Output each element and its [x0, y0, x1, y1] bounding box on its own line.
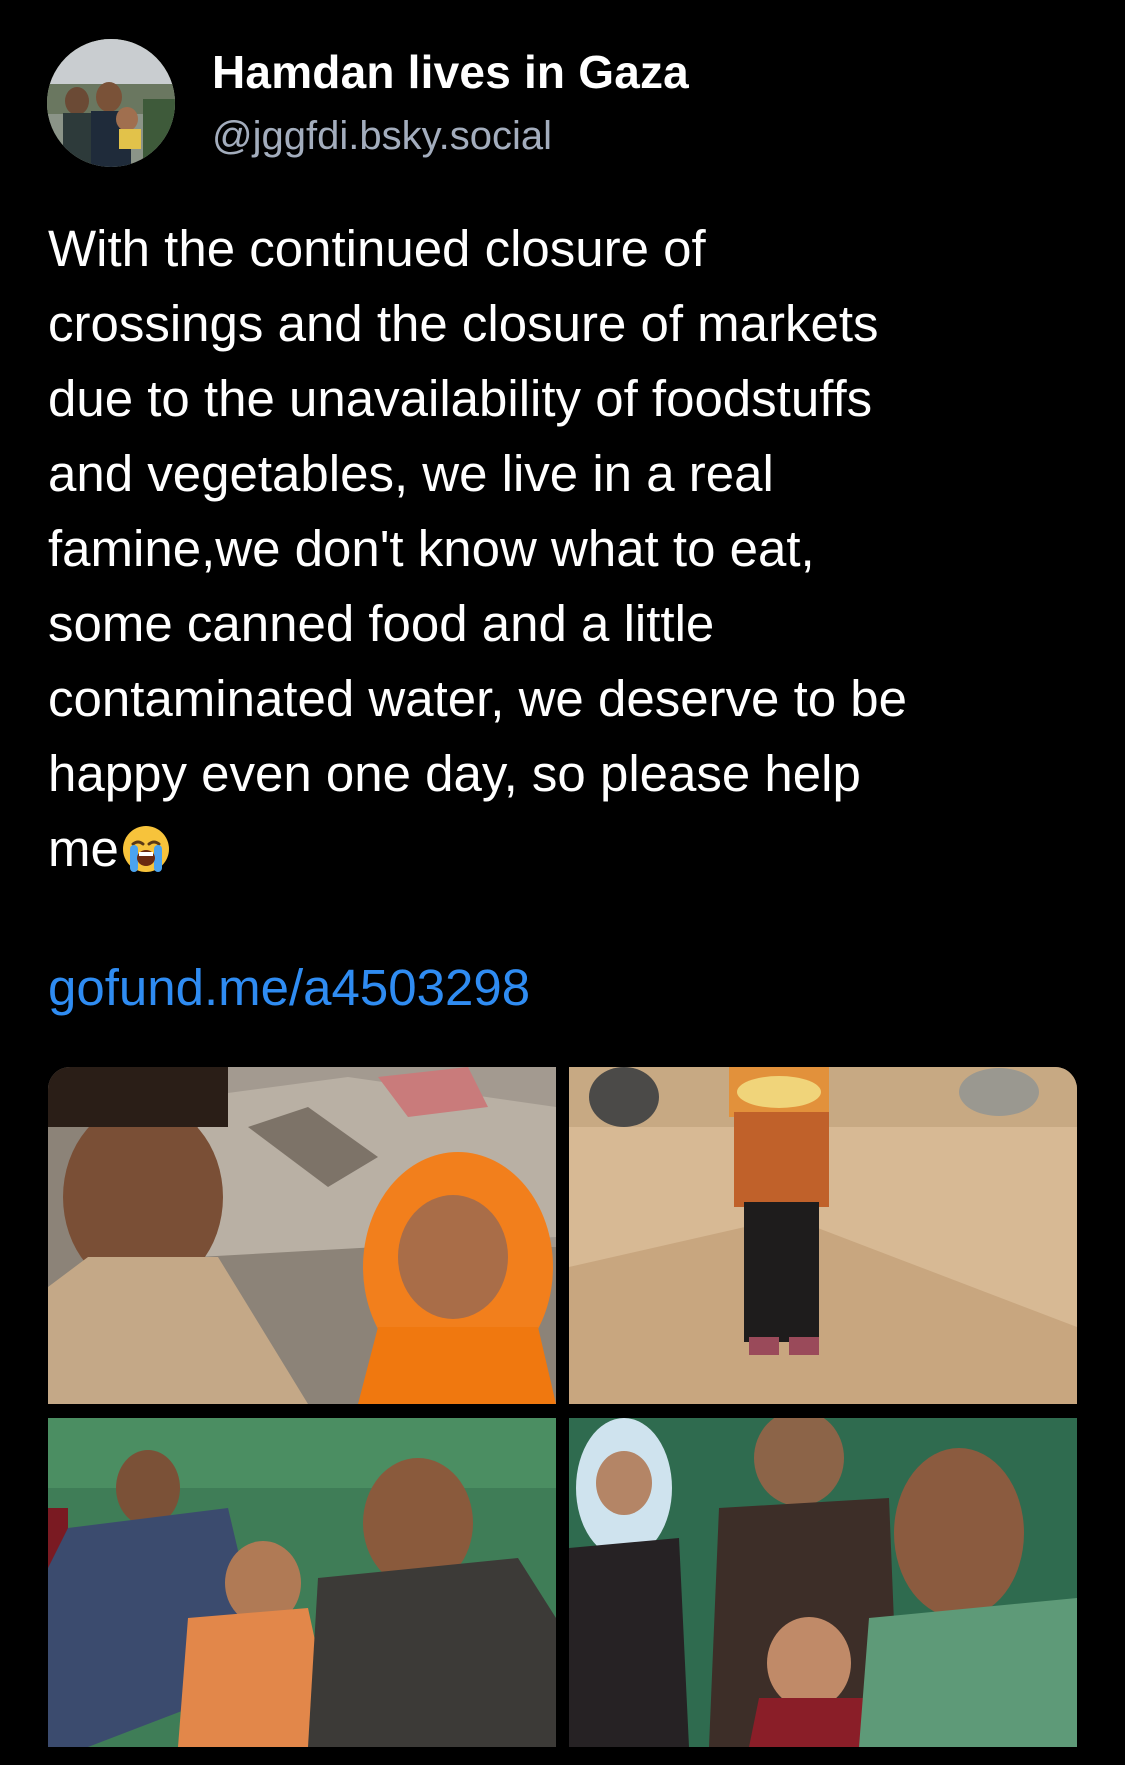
photo-family-in-green-tent[interactable] [48, 1418, 556, 1747]
fundraiser-link[interactable]: gofund.me/a4503298 [48, 958, 530, 1017]
image-gallery [48, 1067, 1077, 1747]
photo-young-man-and-boy-in-orange-hoodie-by-rubble[interactable] [48, 1067, 556, 1404]
post-text: With the continued closure of crossings … [48, 220, 908, 877]
photo-child-holding-tray-of-food[interactable] [569, 1067, 1077, 1404]
avatar-image [47, 39, 175, 167]
photo-family-group-selfie[interactable] [569, 1418, 1077, 1747]
author-handle[interactable]: @jggfdi.bsky.social [212, 114, 552, 159]
author-avatar[interactable] [47, 39, 175, 167]
post: Hamdan lives in Gaza @jggfdi.bsky.social… [0, 0, 1125, 1765]
loudly-crying-face-icon [121, 824, 171, 874]
post-body: With the continued closure of crossings … [48, 211, 1088, 886]
author-display-name[interactable]: Hamdan lives in Gaza [212, 45, 689, 99]
